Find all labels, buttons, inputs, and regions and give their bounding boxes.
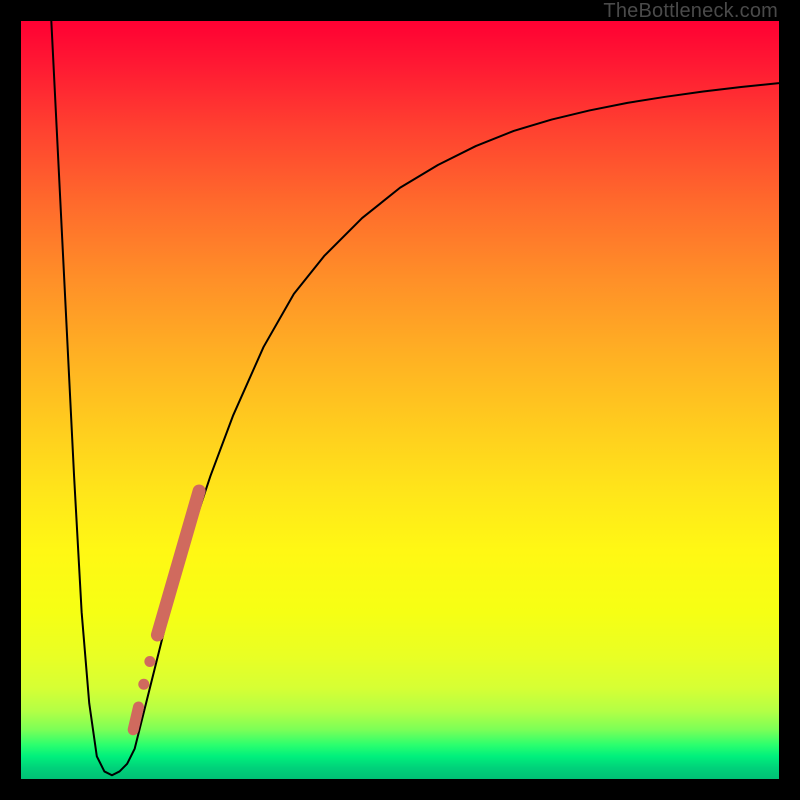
- curve-group: [51, 21, 779, 775]
- marker-segment-d: [157, 491, 199, 635]
- chart-svg: [21, 21, 779, 779]
- marker-dot-b: [138, 679, 149, 690]
- watermark-text: TheBottleneck.com: [603, 0, 778, 23]
- marker-group: [133, 491, 199, 730]
- plot-area: [21, 21, 779, 779]
- marker-dot-c: [144, 656, 155, 667]
- marker-segment-a: [133, 707, 138, 730]
- bottleneck-curve: [51, 21, 779, 775]
- chart-frame: TheBottleneck.com: [0, 0, 800, 800]
